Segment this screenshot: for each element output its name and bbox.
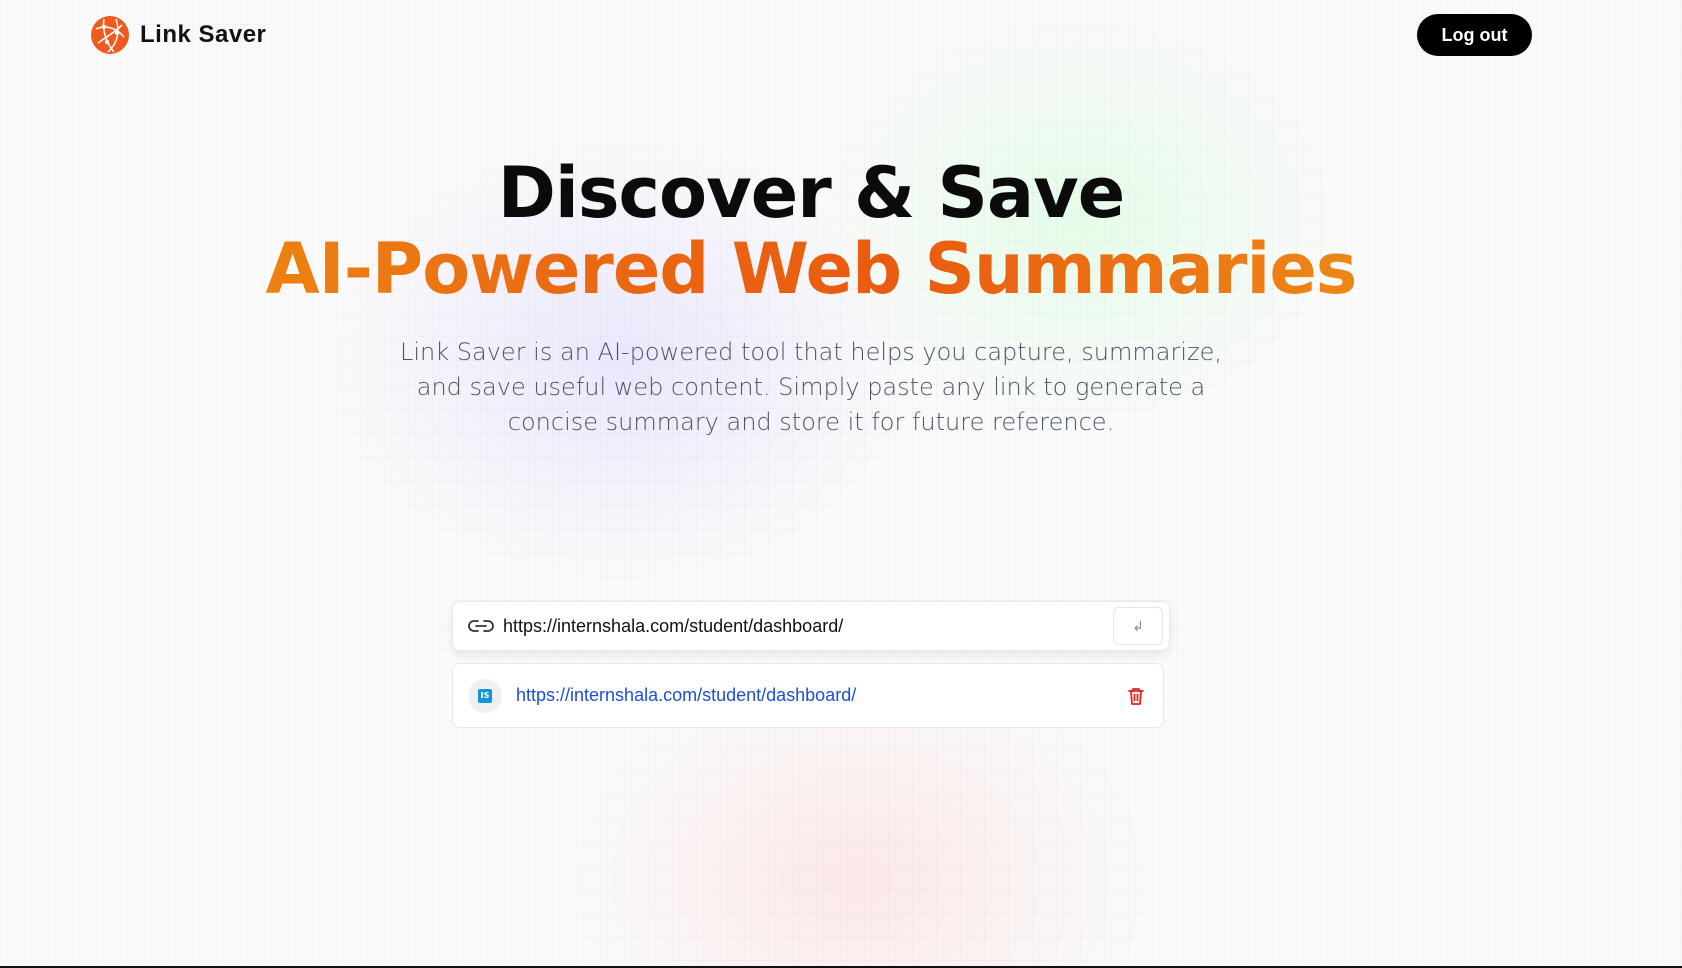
brand[interactable]: Link Saver: [90, 15, 266, 55]
url-form: ↲: [452, 601, 1170, 651]
page: Link Saver Log out Discover & Save AI-Po…: [0, 0, 1682, 968]
url-input[interactable]: [503, 615, 1113, 637]
trash-icon[interactable]: [1125, 685, 1147, 707]
link-icon: [468, 620, 494, 632]
globe-icon: [91, 16, 129, 54]
hero-title: Discover & Save: [497, 152, 1126, 234]
favicon-badge: IS: [468, 678, 502, 713]
logout-button[interactable]: Log out: [1417, 14, 1532, 56]
background-grid: [0, 0, 1682, 968]
hero: Discover & Save AI-Powered Web Summaries…: [0, 155, 1622, 440]
saved-link-card: IS https://internshala.com/student/dashb…: [452, 663, 1164, 728]
submit-button[interactable]: ↲: [1113, 607, 1163, 645]
brand-name: Link Saver: [140, 21, 267, 48]
hero-description: Link Saver is an AI-powered tool that he…: [400, 338, 1222, 436]
top-nav: Link Saver Log out: [90, 12, 1532, 58]
hero-subtitle: AI-Powered Web Summaries: [0, 231, 1622, 307]
site-favicon-icon: IS: [478, 688, 492, 703]
enter-icon: ↲: [1132, 617, 1144, 634]
saved-link-url[interactable]: https://internshala.com/student/dashboar…: [516, 685, 1125, 706]
